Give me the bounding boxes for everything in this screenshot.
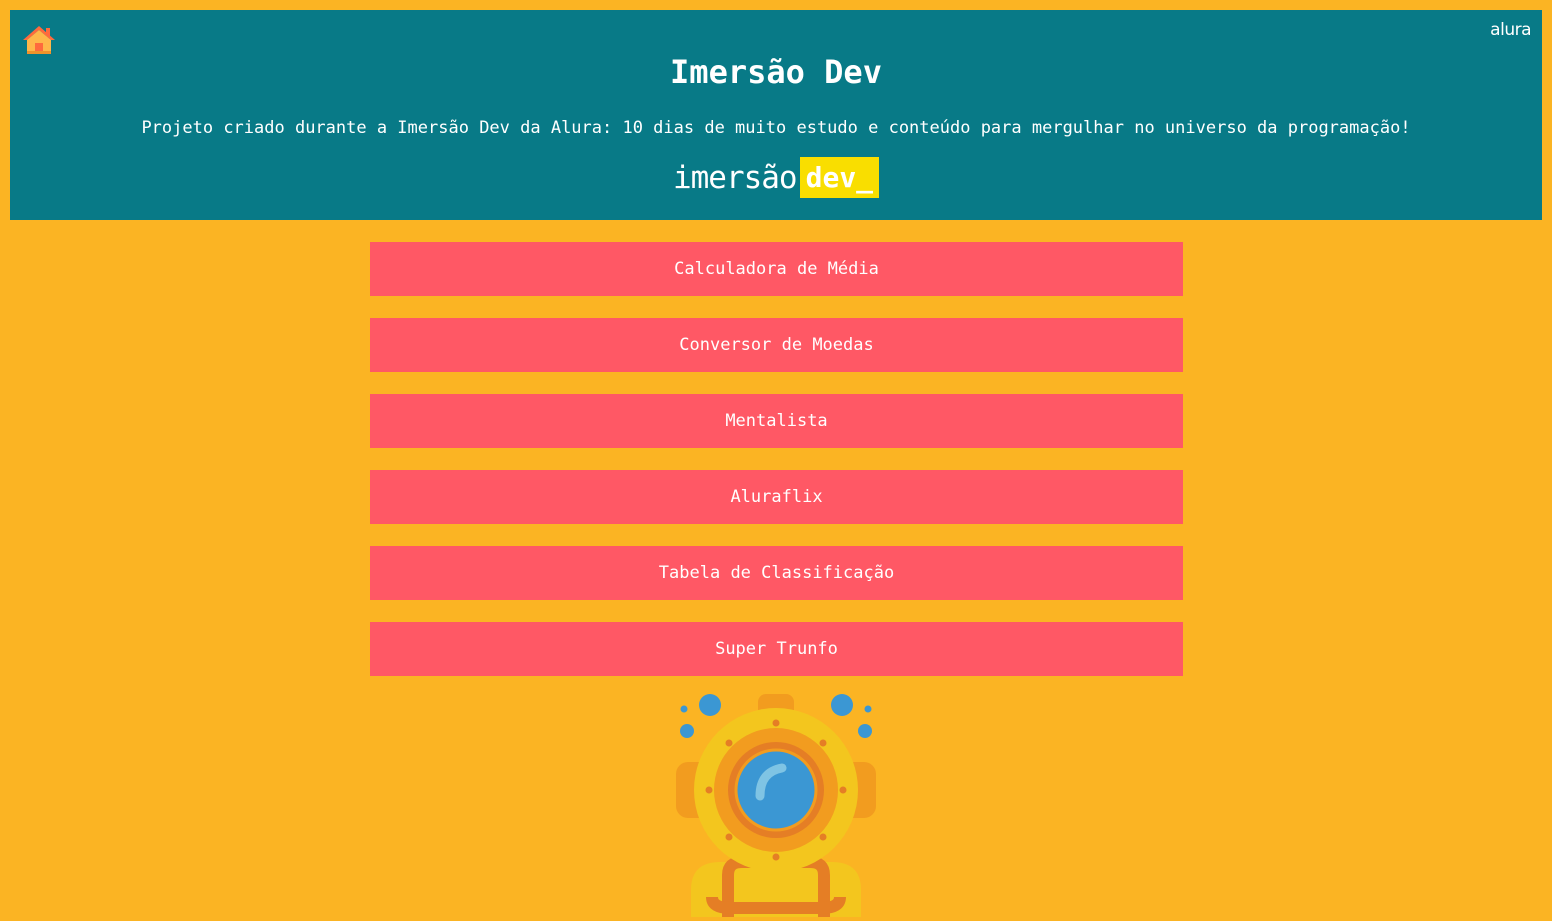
nav-button-aluraflix[interactable]: Aluraflix [370,470,1183,524]
alura-logo: alura [1490,20,1531,40]
diving-helmet-icon [676,694,876,917]
brand-tag: dev_ [799,157,880,198]
nav-button-conversor-moedas[interactable]: Conversor de Moedas [370,318,1183,372]
nav-button-calculadora-media[interactable]: Calculadora de Média [370,242,1183,296]
nav-button-tabela-classificacao[interactable]: Tabela de Classificação [370,546,1183,600]
project-nav: Calculadora de Média Conversor de Moedas… [370,242,1183,698]
page-subtitle: Projeto criado durante a Imersão Dev da … [141,118,1411,138]
nav-button-super-trunfo[interactable]: Super Trunfo [370,622,1183,676]
diving-helmet-illustration [670,690,882,917]
page-title: Imersão Dev [670,53,882,91]
brand-word: imersão [672,159,798,196]
nav-button-mentalista[interactable]: Mentalista [370,394,1183,448]
page-header: alura Imersão Dev Projeto criado durante… [10,10,1542,220]
imersao-dev-logo: imersão dev_ [10,157,1542,198]
